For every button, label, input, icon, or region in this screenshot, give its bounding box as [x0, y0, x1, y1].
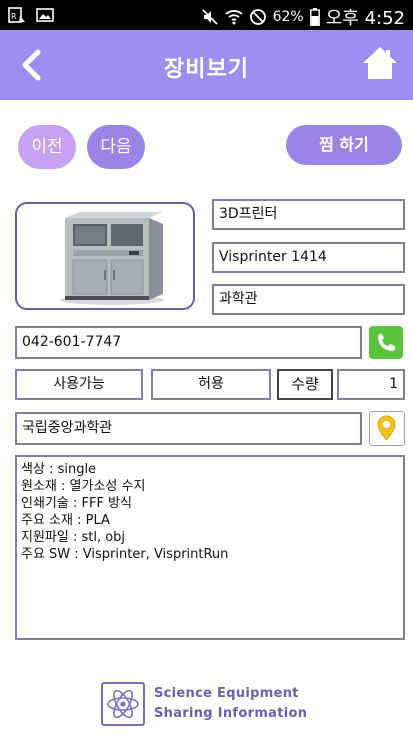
wifi-icon — [225, 10, 243, 25]
equipment-model-field: Visprinter 1414 — [212, 242, 405, 273]
availability-status: 사용가능 — [15, 369, 143, 400]
atom-logo-icon — [101, 682, 145, 726]
spec-line: 주요 SW : Visprinter, VisprintRun — [21, 547, 229, 562]
svg-text:R: R — [11, 12, 17, 21]
quantity-label: 수량 — [277, 369, 333, 400]
spec-line: 지원파일 : stl, obj — [21, 530, 126, 545]
permission-status: 허용 — [151, 369, 271, 400]
status-bar: R 62% 오후 4:52 — [0, 0, 413, 30]
spec-line: 색상 : single — [21, 462, 97, 477]
clock: 오후 4:52 — [325, 8, 405, 29]
logo-text: Science Equipment Sharing Information — [154, 684, 307, 724]
spec-line: 원소재 : 열가소성 수지 — [21, 479, 146, 494]
description-box: 색상 : single 원소재 : 열가소성 수지 인쇄기술 : FFF 방식 … — [15, 455, 405, 640]
page-title: 장비보기 — [164, 57, 249, 82]
map-button[interactable] — [369, 411, 405, 446]
equipment-image — [15, 202, 195, 310]
quantity-value: 1 — [337, 369, 405, 400]
next-button[interactable]: 다음 — [87, 125, 145, 169]
footer-logo: Science Equipment Sharing Information — [101, 682, 311, 726]
battery-icon — [309, 8, 320, 26]
gallery-icon — [36, 8, 54, 22]
signal-image-icon: R — [8, 7, 25, 23]
logo-line-1: Science Equipment — [154, 686, 299, 701]
logo-line-2: Sharing Information — [154, 706, 308, 721]
call-button[interactable] — [369, 326, 403, 359]
map-pin-icon — [377, 415, 396, 441]
spec-line: 주요 소재 : PLA — [21, 513, 110, 528]
phone-icon — [378, 334, 395, 351]
wishlist-button[interactable]: 찜 하기 — [286, 125, 402, 165]
prev-button[interactable]: 이전 — [18, 125, 76, 169]
phone-field: 042-601-7747 — [15, 326, 362, 359]
printer-illustration — [60, 212, 164, 305]
equipment-type-field: 3D프린터 — [212, 199, 405, 230]
spec-line: 인쇄기술 : FFF 방식 — [21, 496, 132, 511]
no-sim-icon — [249, 9, 266, 25]
institution-field: 국립중앙과학관 — [15, 412, 362, 445]
battery-percent: 62% — [272, 9, 304, 25]
mute-icon — [201, 9, 218, 25]
home-icon — [363, 47, 397, 79]
home-button[interactable] — [361, 44, 399, 82]
app-header: 장비보기 — [0, 30, 413, 100]
equipment-location-field: 과학관 — [212, 284, 405, 315]
